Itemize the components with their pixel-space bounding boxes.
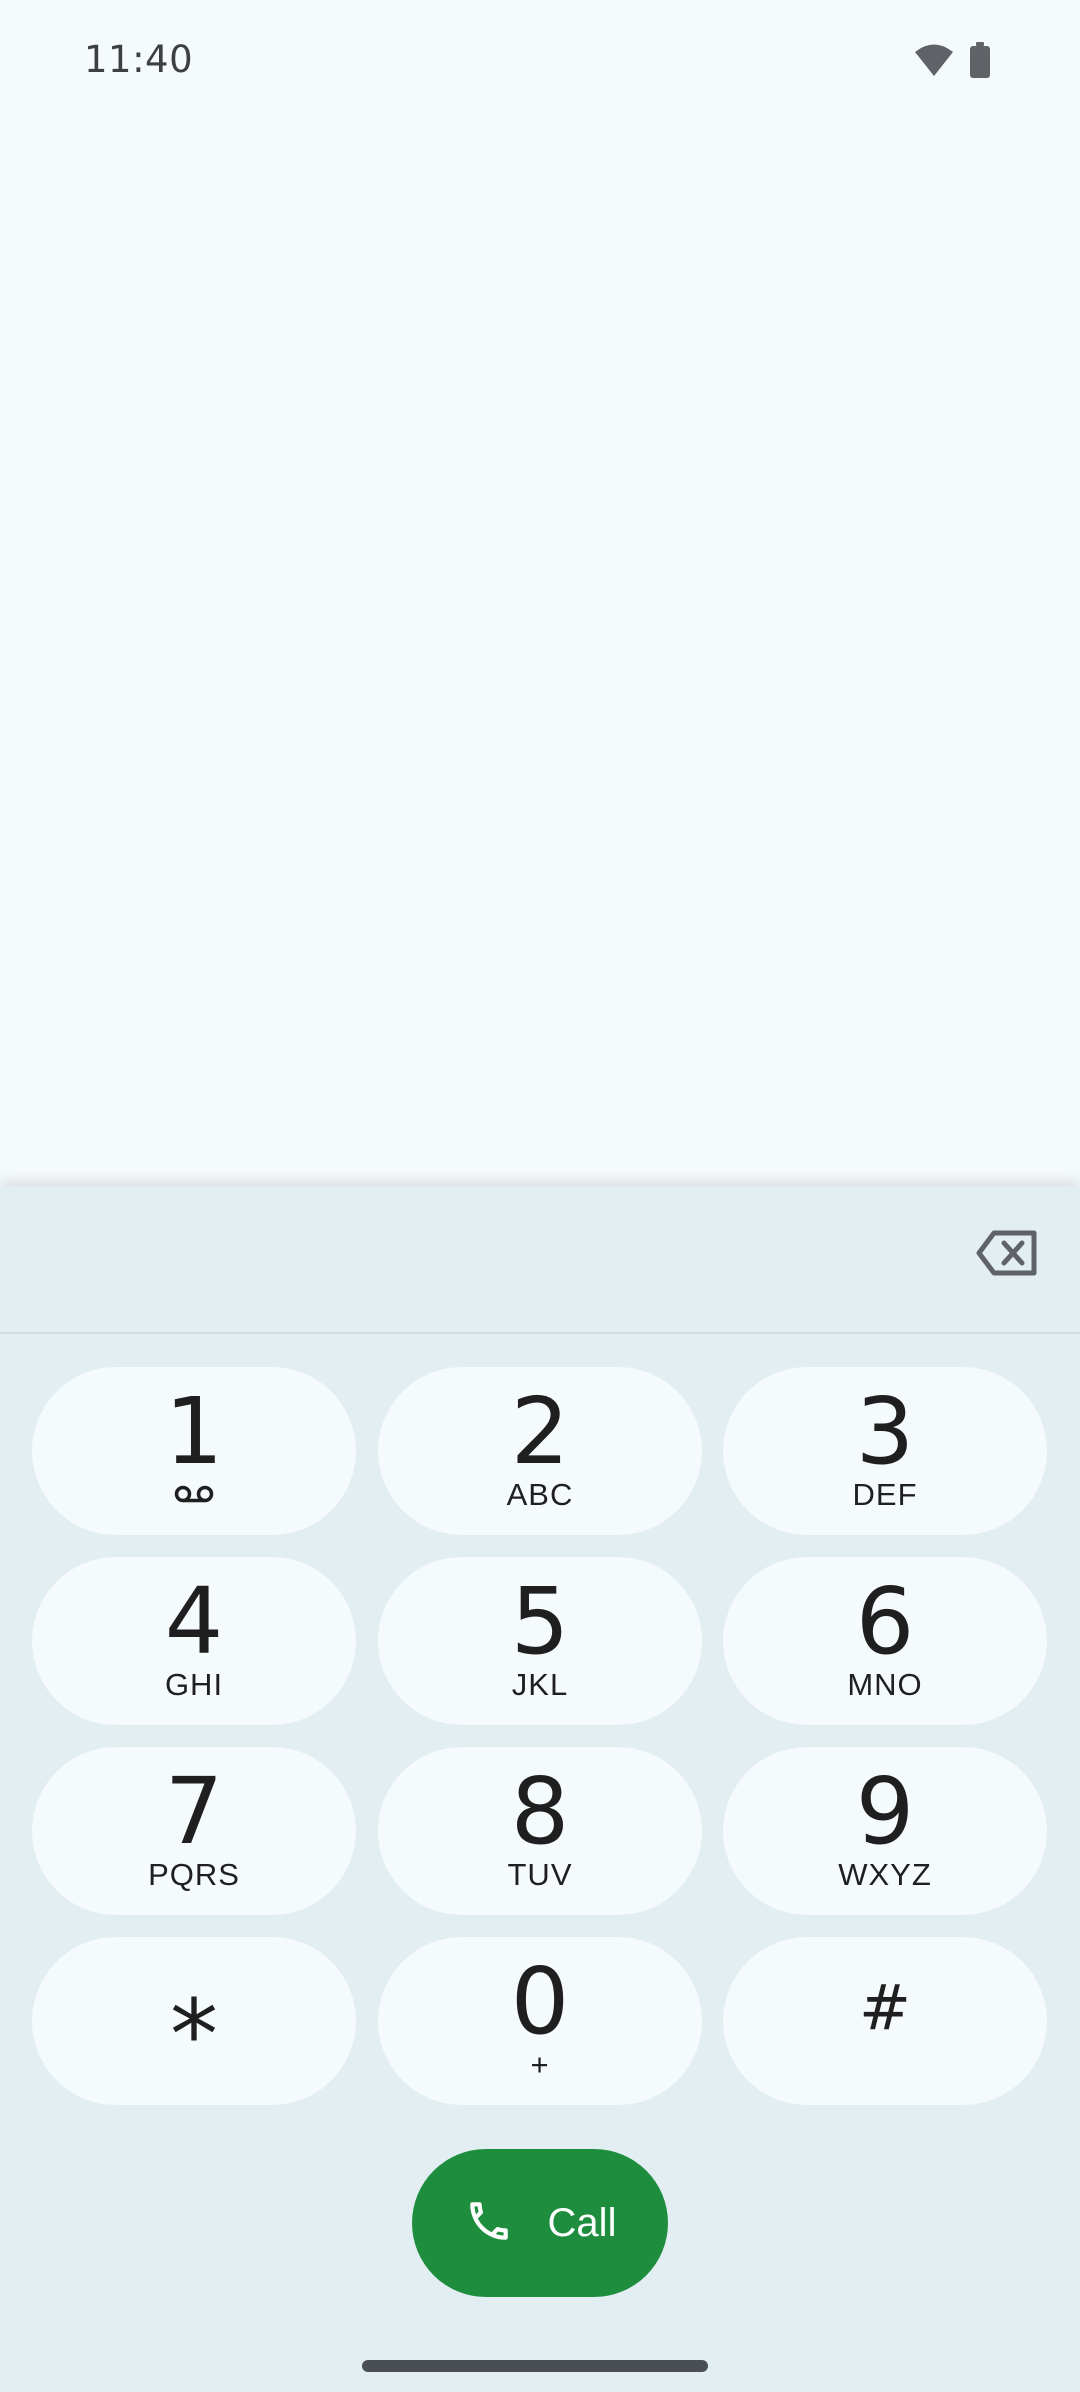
key-digit: 6 xyxy=(855,1568,915,1675)
phone-icon xyxy=(464,2196,514,2250)
status-icons xyxy=(914,42,990,82)
wifi-icon xyxy=(914,43,954,81)
key-letters: PQRS xyxy=(148,1857,240,1892)
search-results-area xyxy=(0,126,1080,1186)
status-bar: 11:40 xyxy=(0,0,1080,126)
dialpad-key-7[interactable]: 7 PQRS xyxy=(32,1747,356,1915)
dialpad-key-8[interactable]: 8 TUV xyxy=(378,1747,702,1915)
key-digit: * xyxy=(170,1979,218,2091)
call-button[interactable]: Call xyxy=(412,2149,668,2297)
dialpad-key-0[interactable]: 0 + xyxy=(378,1937,702,2105)
dialpad-key-3[interactable]: 3 DEF xyxy=(723,1367,1047,1535)
key-letters: MNO xyxy=(847,1667,923,1702)
key-letters: JKL xyxy=(511,1667,569,1702)
digits-field[interactable] xyxy=(40,1216,920,1302)
key-letters: GHI xyxy=(164,1667,224,1702)
key-digit: 8 xyxy=(510,1758,570,1865)
backspace-button[interactable] xyxy=(972,1220,1042,1290)
home-indicator[interactable] xyxy=(362,2360,708,2372)
dialpad-key-9[interactable]: 9 WXYZ xyxy=(723,1747,1047,1915)
battery-icon xyxy=(970,42,990,82)
key-digit: 3 xyxy=(855,1378,915,1485)
phone-dialer-screen: 11:40 1 2 ABC 3 DEF 4 GHI 5 JKL 6 MNO 7 … xyxy=(0,0,1080,2392)
key-digit: 5 xyxy=(510,1568,570,1675)
key-letters: ABC xyxy=(506,1477,574,1512)
dialpad-key-2[interactable]: 2 ABC xyxy=(378,1367,702,1535)
dialpad-key-star[interactable]: * xyxy=(32,1937,356,2105)
key-letters: DEF xyxy=(852,1477,918,1512)
backspace-icon xyxy=(976,1230,1038,1280)
dialpad-key-6[interactable]: 6 MNO xyxy=(723,1557,1047,1725)
key-digit: 4 xyxy=(164,1568,224,1675)
key-digit: 9 xyxy=(855,1758,915,1865)
status-time: 11:40 xyxy=(84,38,194,81)
key-digit: 0 xyxy=(510,1948,570,2055)
key-digit: 1 xyxy=(164,1378,224,1485)
key-letters: WXYZ xyxy=(838,1857,932,1892)
dialpad-key-1[interactable]: 1 xyxy=(32,1367,356,1535)
dialpad-key-4[interactable]: 4 GHI xyxy=(32,1557,356,1725)
key-digit: 7 xyxy=(164,1758,224,1865)
voicemail-icon xyxy=(174,1485,214,1507)
key-digit: # xyxy=(859,1971,911,2044)
dialpad-key-hash[interactable]: # xyxy=(723,1937,1047,2105)
dialpad-key-5[interactable]: 5 JKL xyxy=(378,1557,702,1725)
call-label: Call xyxy=(547,2200,617,2245)
key-letters: + xyxy=(530,2047,550,2082)
key-digit: 2 xyxy=(510,1378,570,1485)
digits-row xyxy=(0,1186,1080,1334)
key-letters: TUV xyxy=(507,1857,573,1892)
